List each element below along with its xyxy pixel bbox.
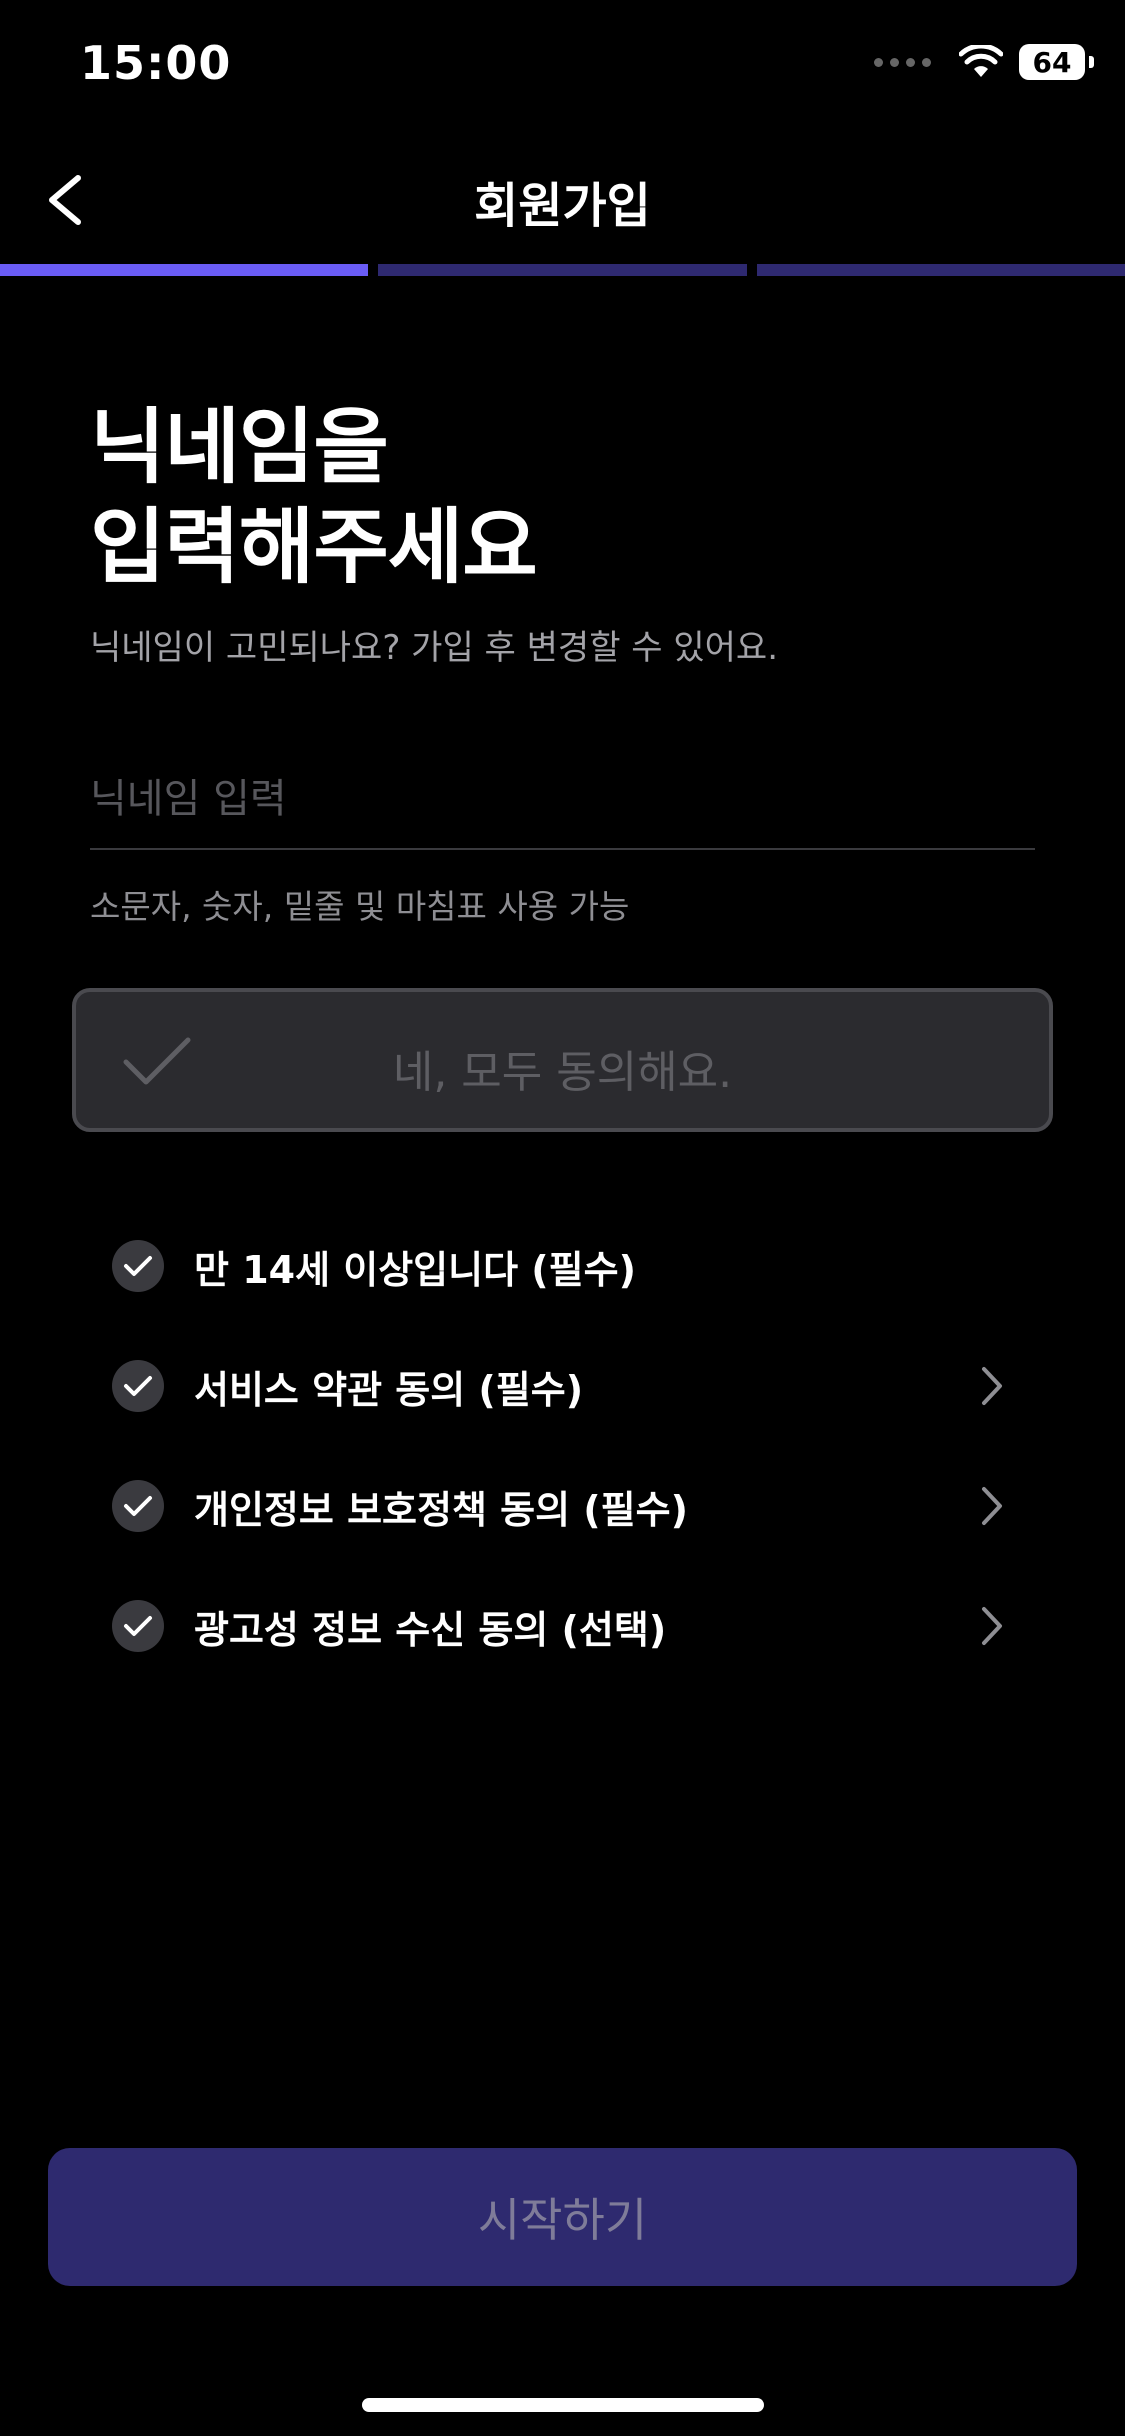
check-circle-icon[interactable] — [112, 1360, 164, 1412]
heading-line-2: 입력해주세요 — [90, 500, 538, 595]
check-circle-icon[interactable] — [112, 1600, 164, 1652]
chevron-right-icon[interactable] — [972, 1601, 1012, 1651]
step-progress-bar — [0, 264, 1125, 276]
term-item-marketing[interactable]: 광고성 정보 수신 동의 (선택) — [112, 1586, 1012, 1666]
wifi-icon — [959, 45, 1003, 77]
start-button[interactable]: 시작하기 — [48, 2148, 1077, 2286]
term-item-privacy[interactable]: 개인정보 보호정책 동의 (필수) — [112, 1466, 1012, 1546]
progress-step-1 — [0, 264, 369, 276]
term-label: 광고성 정보 수신 동의 (선택) — [194, 1607, 667, 1652]
battery-level: 64 — [1032, 45, 1072, 79]
page-title: 회원가입 — [474, 178, 651, 234]
progress-step-3 — [756, 264, 1125, 276]
term-label: 서비스 약관 동의 (필수) — [194, 1367, 584, 1412]
heading: 닉네임을 입력해주세요 — [90, 398, 538, 598]
subtitle: 닉네임이 고민되나요? 가입 후 변경할 수 있어요. — [90, 628, 779, 668]
term-label: 개인정보 보호정책 동의 (필수) — [194, 1487, 688, 1532]
heading-line-1: 닉네임을 — [90, 400, 389, 495]
status-time: 15:00 — [80, 36, 232, 90]
agree-all-label: 네, 모두 동의해요. — [392, 1047, 733, 1098]
term-item-age[interactable]: 만 14세 이상입니다 (필수) — [112, 1226, 1012, 1306]
status-indicators: 64 — [874, 44, 1094, 80]
nickname-hint: 소문자, 숫자, 밑줄 및 마침표 사용 가능 — [90, 887, 630, 926]
term-item-service[interactable]: 서비스 약관 동의 (필수) — [112, 1346, 1012, 1426]
chevron-right-icon[interactable] — [972, 1361, 1012, 1411]
nickname-input[interactable] — [90, 750, 1035, 850]
check-circle-icon[interactable] — [112, 1480, 164, 1532]
home-indicator[interactable] — [362, 2398, 764, 2412]
check-circle-icon[interactable] — [112, 1240, 164, 1292]
progress-step-2 — [378, 264, 747, 276]
agree-all-button[interactable]: 네, 모두 동의해요. — [72, 988, 1053, 1132]
chevron-right-icon[interactable] — [972, 1481, 1012, 1531]
term-label: 만 14세 이상입니다 (필수) — [194, 1247, 636, 1292]
signal-dots-icon — [874, 57, 931, 67]
battery-icon: 64 — [1019, 44, 1094, 80]
